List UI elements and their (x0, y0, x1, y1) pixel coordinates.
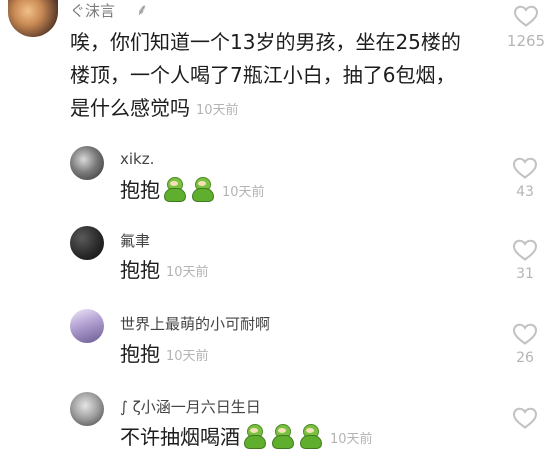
main-comment-avatar[interactable] (8, 0, 58, 37)
reply-avatar[interactable] (70, 309, 104, 343)
main-comment-line-2: 楼顶，一个人喝了7瓶江小白，抽了6包烟， (70, 63, 456, 87)
green-hug-emoji-icon (298, 424, 322, 449)
reply-comment: ∫ ζ小涵一月六日生日 不许抽烟喝酒 10天前 (0, 384, 556, 462)
main-comment-line-3: 是什么感觉吗 10天前 (70, 92, 461, 127)
reply-like-button[interactable]: 31 (510, 238, 540, 282)
reply-text: 抱抱 10天前 (120, 338, 209, 373)
reply-comment: xikz. 抱抱 10天前 43 (0, 138, 556, 218)
reply-text-body: 抱抱 (120, 342, 160, 366)
reply-username[interactable]: xikz. (120, 150, 154, 168)
heart-outline-icon (512, 239, 538, 261)
main-like-count: 1265 (506, 32, 546, 50)
main-comment-line-3-text: 是什么感觉吗 (70, 96, 190, 120)
reply-text: 抱抱 10天前 (120, 254, 209, 289)
reply-text: 不许抽烟喝酒 10天前 (120, 421, 373, 456)
main-comment-time: 10天前 (196, 103, 239, 118)
reply-username[interactable]: ∫ ζ小涵一月六日生日 (120, 396, 261, 417)
reply-like-count: 43 (516, 184, 534, 200)
heart-outline-icon (513, 5, 539, 27)
green-hug-emoji-icon (162, 177, 186, 202)
reply-comment: 氟聿 抱抱 10天前 31 (0, 218, 556, 300)
reply-avatar[interactable] (70, 146, 104, 180)
reply-time: 10天前 (222, 185, 265, 200)
reply-like-button[interactable] (510, 406, 540, 434)
heart-outline-icon (512, 323, 538, 345)
heart-outline-icon (512, 157, 538, 179)
reply-like-button[interactable]: 43 (510, 156, 540, 200)
reply-like-count: 26 (516, 350, 534, 366)
reply-text-body: 抱抱 (120, 178, 160, 202)
heart-outline-icon (512, 407, 538, 429)
reply-time: 10天前 (166, 349, 209, 364)
reply-text: 抱抱 10天前 (120, 174, 265, 209)
reply-like-count: 31 (516, 266, 534, 282)
reply-text-body: 不许抽烟喝酒 (120, 425, 240, 449)
reply-text-body: 抱抱 (120, 258, 160, 282)
main-comment-text: 唉，你们知道一个13岁的男孩，坐在25楼的 楼顶，一个人喝了7瓶江小白，抽了6包… (70, 26, 461, 127)
reply-avatar[interactable] (70, 226, 104, 260)
green-hug-emoji-icon (190, 177, 214, 202)
reply-time: 10天前 (166, 265, 209, 280)
reply-username[interactable]: 氟聿 (120, 230, 150, 251)
main-comment: ぐ沫言 ⸙ 唉，你们知道一个13岁的男孩，坐在25楼的 楼顶，一个人喝了7瓶江小… (0, 0, 556, 130)
main-like-button[interactable]: 1265 (504, 4, 548, 50)
green-hug-emoji-icon (242, 424, 266, 449)
reply-comment: 世界上最萌的小可耐啊 抱抱 10天前 26 (0, 300, 556, 382)
green-hug-emoji-icon (270, 424, 294, 449)
main-comment-line-1: 唉，你们知道一个13岁的男孩，坐在25楼的 (70, 30, 461, 54)
reply-time: 10天前 (330, 432, 373, 447)
reply-avatar[interactable] (70, 392, 104, 426)
main-comment-username[interactable]: ぐ沫言 (70, 0, 115, 21)
username-flourish-icon: ⸙ (136, 0, 149, 19)
reply-like-button[interactable]: 26 (510, 322, 540, 366)
reply-username[interactable]: 世界上最萌的小可耐啊 (120, 313, 270, 334)
